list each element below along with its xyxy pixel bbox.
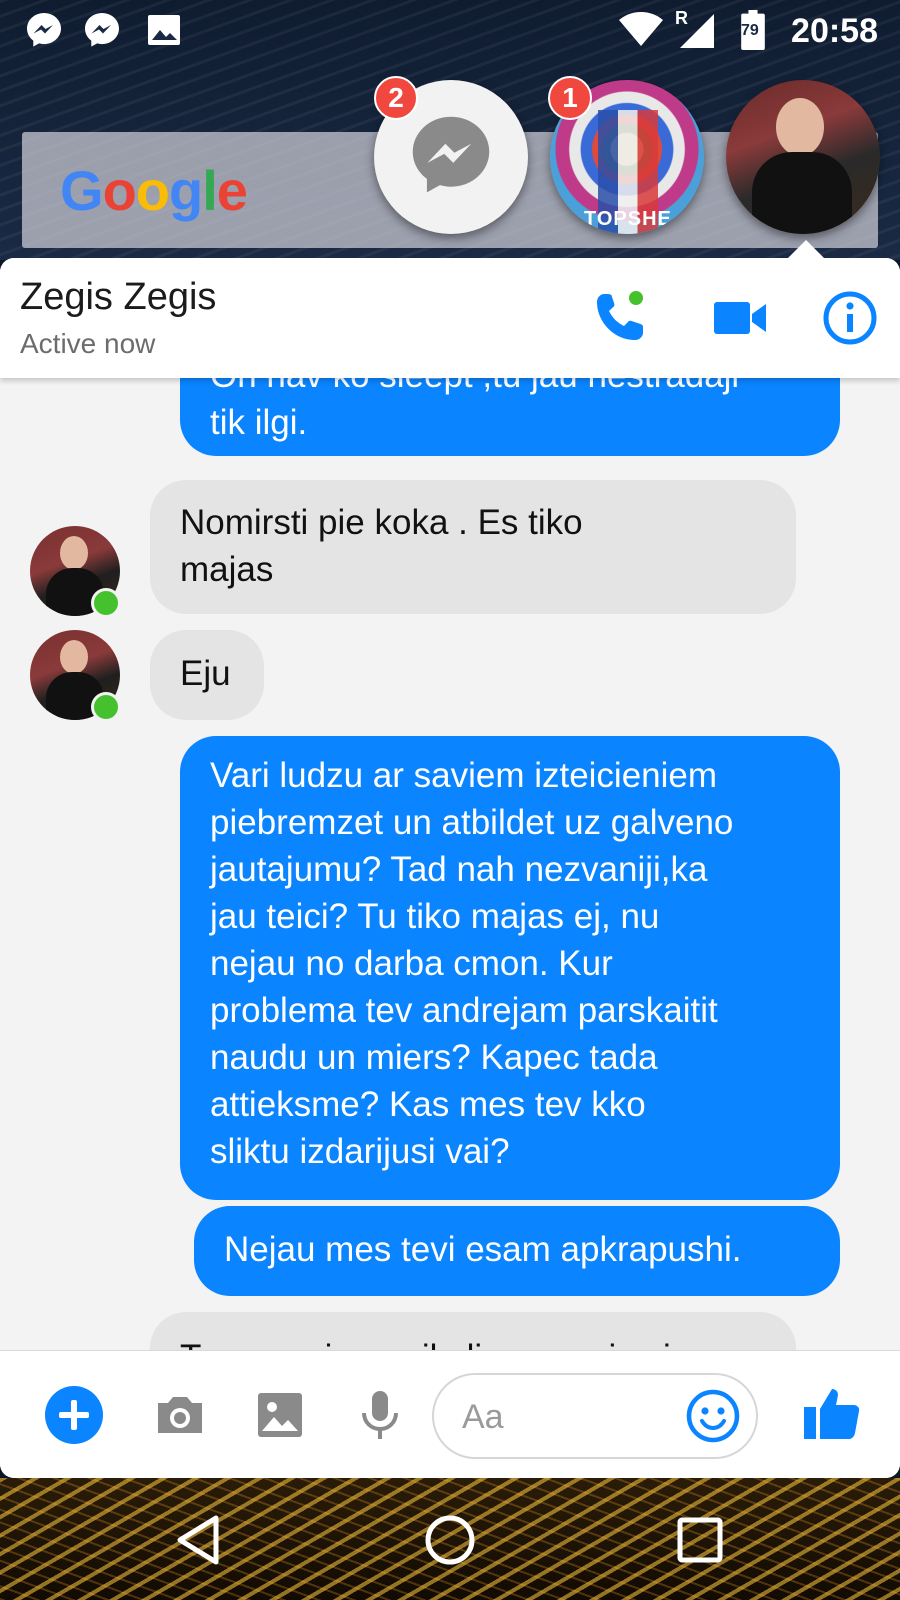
message-line: Nomirsti pie koka . Es tiko: [180, 503, 583, 542]
outgoing-message[interactable]: Nejau mes tevi esam apkrapushi.: [194, 1206, 840, 1296]
message-input[interactable]: [460, 1391, 664, 1443]
contact-name[interactable]: Zegis Zegis: [20, 276, 216, 319]
chat-head-pointer: [786, 240, 826, 260]
unread-badge: 2: [374, 76, 418, 120]
message-composer: [0, 1350, 900, 1478]
message-line: sliktu izdarijusi vai?: [210, 1132, 510, 1171]
message-line: jautajumu? Tad nah nezvaniji,ka: [210, 850, 708, 889]
message-line: Tu ar saviem prikoliem mani esi: [180, 1334, 766, 1350]
incoming-message[interactable]: Eju: [150, 630, 264, 720]
zegis-chat-head[interactable]: [726, 80, 880, 234]
online-indicator: [91, 588, 121, 618]
group-chat-caption: TOPSHE: [584, 208, 672, 230]
incoming-message[interactable]: Tu ar saviem prikoliem mani esi: [150, 1312, 796, 1350]
info-button[interactable]: [818, 286, 882, 350]
microphone-button[interactable]: [350, 1385, 410, 1445]
like-button[interactable]: [800, 1381, 864, 1445]
online-indicator: [91, 692, 121, 722]
message-line: Eju: [180, 654, 231, 693]
video-call-button[interactable]: [708, 286, 772, 350]
message-line: problema tev andrejam parskaitit: [210, 991, 718, 1030]
message-line: nejau no darba cmon. Kur: [210, 944, 613, 983]
contact-status: Active now: [20, 328, 156, 359]
message-line: tik ilgi.: [210, 403, 308, 442]
messenger-icon: [85, 13, 119, 47]
add-button[interactable]: [44, 1385, 104, 1445]
gallery-button[interactable]: [250, 1385, 310, 1445]
message-line: piebremzet un atbildet uz galveno: [210, 803, 734, 842]
outgoing-message[interactable]: Vari ludzu ar saviem izteicieniem piebre…: [180, 736, 840, 1200]
camera-button[interactable]: [150, 1385, 210, 1445]
avatar-face: [776, 98, 824, 156]
incoming-message[interactable]: Nomirsti pie koka . Es tiko majas: [150, 480, 796, 614]
avatar-shirt: [752, 152, 852, 234]
wifi-icon: [619, 12, 663, 46]
cell-signal-icon: [680, 14, 714, 48]
message-line: naudu un miers? Kapec tada: [210, 1038, 658, 1077]
messenger-icon: [412, 116, 490, 193]
clock: 20:58: [791, 12, 878, 50]
message-input-wrapper: [432, 1373, 758, 1459]
message-line: Nejau mes tevi esam apkrapushi.: [224, 1230, 742, 1269]
back-button[interactable]: [168, 1508, 232, 1572]
message-line: majas: [180, 550, 274, 589]
message-list[interactable]: On nav ko sleept ,tu jau nestradaji tik …: [0, 258, 900, 1350]
emoji-button[interactable]: [684, 1387, 742, 1445]
battery-level: 79: [741, 22, 759, 39]
home-button[interactable]: [418, 1508, 482, 1572]
image-icon: [148, 15, 180, 45]
chat-panel: Zegis Zegis Active now On nav ko sleept …: [0, 258, 900, 1478]
status-bar: R 79 20:58: [0, 0, 900, 62]
navigation-bar: [0, 1478, 900, 1600]
conversation-header: Zegis Zegis Active now: [0, 258, 900, 378]
message-line: attieksme? Kas mes tev kko: [210, 1085, 646, 1124]
recents-button[interactable]: [668, 1508, 732, 1572]
message-line: Vari ludzu ar saviem izteicieniem: [210, 756, 718, 795]
messenger-icon: [27, 13, 61, 47]
unread-badge: 1: [548, 76, 592, 120]
message-line: jau teici? Tu tiko majas ej, nu: [210, 897, 660, 936]
voice-call-button[interactable]: [586, 286, 650, 350]
google-logo: Google: [60, 159, 248, 222]
